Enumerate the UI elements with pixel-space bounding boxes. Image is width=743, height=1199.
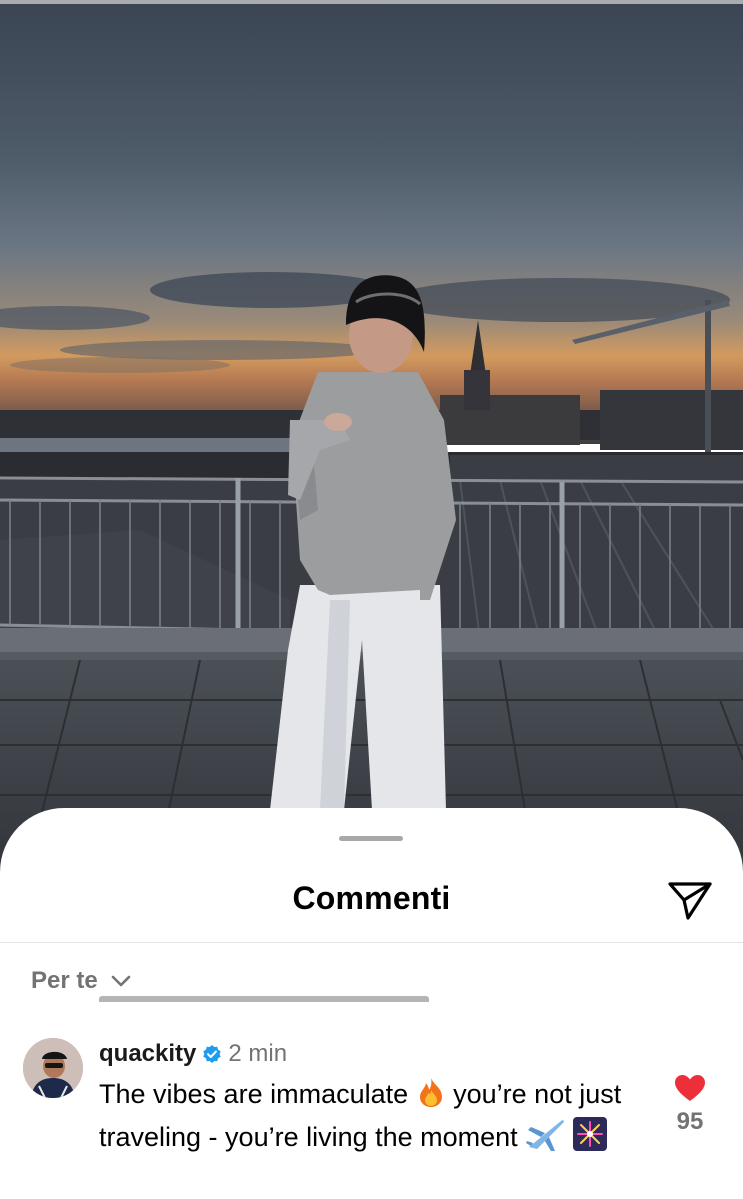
verified-badge-icon [202,1044,222,1064]
heart-filled-icon [670,1074,710,1102]
comment-username[interactable]: quackity [99,1040,196,1068]
airplane-icon [525,1117,565,1160]
sort-filter-label: Per te [31,967,98,994]
chevron-down-icon [110,974,132,988]
header-divider [0,942,743,943]
drag-handle[interactable] [339,836,403,841]
fire-icon [416,1076,446,1117]
comment-text: The vibes are immaculate you’re not just… [99,1076,644,1160]
paper-plane-icon [666,882,714,926]
fireworks-icon [572,1117,607,1160]
like-button[interactable]: 95 [670,1074,710,1136]
post-photo[interactable] [0,0,743,900]
like-count: 95 [676,1108,704,1135]
avatar[interactable] [23,1038,83,1098]
reply-link-cutoff [99,996,429,1002]
sheet-title: Commenti [292,880,451,916]
comment-timestamp: 2 min [228,1040,288,1067]
share-button[interactable] [666,878,714,922]
comment-text-part-1: The vibes are immaculate [99,1079,416,1109]
comments-sheet: Commenti Per te quackity 2 min The vibes… [0,808,743,1199]
comments-screen: Commenti Per te quackity 2 min The vibes… [0,0,743,1199]
sort-filter-dropdown[interactable]: Per te [31,966,132,996]
comment-item: quackity 2 min The vibes are immaculate … [0,1036,743,1199]
